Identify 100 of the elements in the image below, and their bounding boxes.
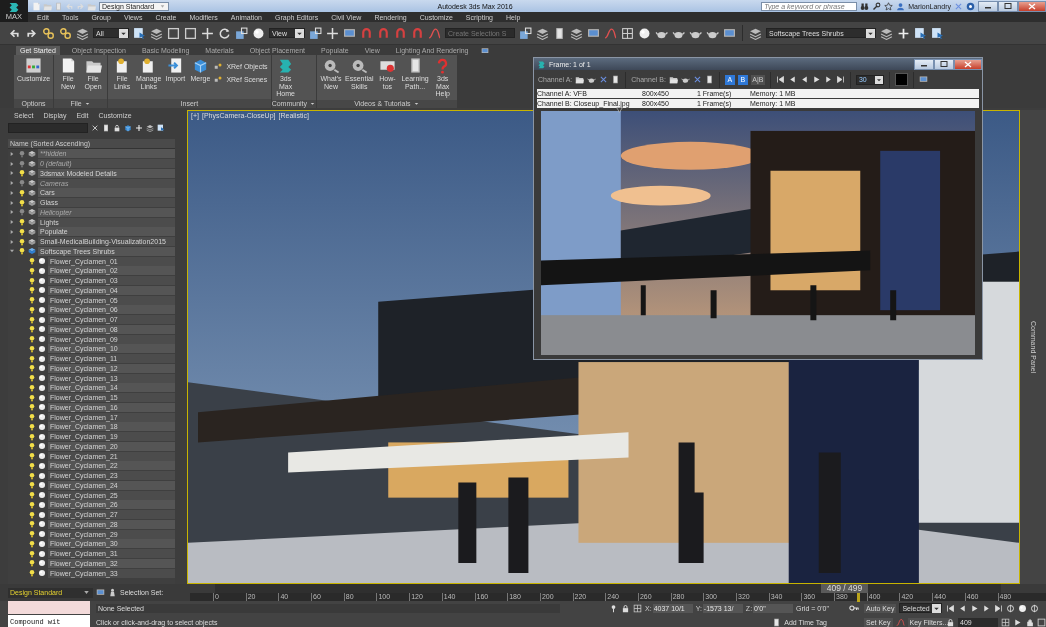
light-bulb-icon[interactable] — [28, 344, 36, 353]
scale-icon[interactable] — [235, 26, 248, 40]
light-bulb-icon[interactable] — [18, 188, 26, 197]
light-bulb-icon[interactable] — [18, 237, 26, 246]
layer-icon[interactable] — [28, 218, 36, 227]
minimize-button[interactable] — [978, 0, 998, 12]
move-icon[interactable] — [326, 26, 339, 40]
open-icon[interactable] — [575, 75, 585, 84]
grid-icon[interactable] — [633, 603, 642, 613]
frame-icon[interactable] — [723, 26, 736, 40]
light-bulb-icon[interactable] — [28, 471, 36, 480]
light-bulb-icon[interactable] — [28, 559, 36, 568]
light-bulb-icon[interactable] — [18, 247, 26, 256]
light-bulb-icon[interactable] — [28, 500, 36, 509]
light-bulb-icon[interactable] — [28, 364, 36, 373]
select-by-name-icon[interactable] — [150, 26, 163, 40]
search-field[interactable] — [8, 122, 88, 133]
caret-icon[interactable] — [412, 100, 420, 108]
first-frame-icon[interactable] — [775, 75, 785, 84]
last-frame-icon[interactable] — [994, 603, 1003, 613]
light-bulb-icon[interactable] — [28, 549, 36, 558]
next-frame-icon[interactable] — [823, 75, 833, 84]
maximize-viewport-icon[interactable] — [1037, 617, 1046, 627]
light-bulb-icon[interactable] — [28, 539, 36, 548]
play-icon[interactable] — [811, 75, 821, 84]
layer-icon[interactable] — [28, 247, 36, 256]
light-bulb-icon[interactable] — [28, 383, 36, 392]
light-bulb-icon[interactable] — [28, 374, 36, 383]
play-icon[interactable] — [1013, 617, 1022, 627]
maxscript-field[interactable] — [8, 601, 90, 614]
minimize-button[interactable] — [914, 58, 934, 70]
maximize-button[interactable] — [934, 58, 954, 70]
light-bulb-icon[interactable] — [28, 296, 36, 305]
layers-icon[interactable] — [570, 26, 583, 40]
layer-icon[interactable] — [28, 198, 36, 207]
light-bulb-icon[interactable] — [28, 325, 36, 334]
lock-icon[interactable] — [113, 123, 121, 132]
add-icon[interactable] — [897, 26, 910, 40]
time-slider-thumb[interactable]: 409 / 499 — [820, 584, 868, 593]
clear-icon[interactable] — [91, 123, 99, 132]
move-icon[interactable] — [201, 26, 214, 40]
light-bulb-icon[interactable] — [28, 393, 36, 402]
open-icon[interactable] — [668, 75, 678, 84]
layer-icon[interactable] — [124, 123, 132, 132]
select-object-icon[interactable] — [133, 26, 146, 40]
light-bulb-icon[interactable] — [28, 491, 36, 500]
layer-icon[interactable] — [28, 149, 36, 158]
layer-manager-icon[interactable] — [96, 588, 105, 597]
light-bulb-icon[interactable] — [28, 403, 36, 412]
select-icon[interactable] — [931, 26, 944, 40]
user-icon[interactable] — [896, 1, 906, 11]
light-bulb-icon[interactable] — [28, 422, 36, 431]
binoculars-icon[interactable] — [860, 1, 870, 11]
maximize-button[interactable] — [998, 0, 1018, 12]
person-icon[interactable] — [108, 588, 117, 597]
close-button[interactable] — [954, 58, 982, 70]
previous-frame-icon[interactable] — [958, 603, 967, 613]
help-icon[interactable] — [966, 1, 975, 11]
rotate-icon[interactable] — [218, 26, 231, 40]
play-back-icon[interactable] — [799, 75, 809, 84]
light-bulb-icon[interactable] — [28, 452, 36, 461]
layer-icon[interactable] — [28, 188, 36, 197]
add-icon[interactable] — [135, 123, 143, 132]
layer-icon[interactable] — [28, 237, 36, 246]
layers-icon[interactable] — [146, 123, 154, 132]
light-bulb-icon[interactable] — [28, 335, 36, 344]
pin-icon[interactable] — [609, 603, 618, 613]
sphere-icon[interactable] — [252, 26, 265, 40]
light-bulb-icon[interactable] — [28, 305, 36, 314]
wrench-icon[interactable] — [872, 1, 882, 11]
background-color-swatch[interactable] — [894, 73, 908, 86]
light-bulb-icon[interactable] — [28, 354, 36, 363]
light-bulb-icon[interactable] — [28, 266, 36, 275]
last-frame-icon[interactable] — [835, 75, 845, 84]
light-bulb-icon[interactable] — [28, 510, 36, 519]
layers-icon[interactable] — [749, 26, 762, 40]
caret-icon[interactable] — [83, 100, 91, 107]
key-icon[interactable] — [847, 603, 861, 614]
light-bulb-icon[interactable] — [28, 286, 36, 295]
light-bulb-icon[interactable] — [28, 481, 36, 490]
light-bulb-icon[interactable] — [28, 257, 36, 266]
play-icon[interactable] — [970, 603, 979, 613]
star-icon[interactable] — [884, 1, 894, 11]
window-crossing-icon[interactable] — [184, 26, 197, 40]
light-bulb-icon[interactable] — [18, 218, 26, 227]
lock-icon[interactable] — [621, 603, 630, 613]
unlink-icon[interactable] — [59, 26, 72, 40]
new-layer-icon[interactable] — [880, 26, 893, 40]
previous-frame-icon[interactable] — [787, 75, 797, 84]
layer-icon[interactable] — [28, 169, 36, 178]
layer-icon[interactable] — [28, 179, 36, 188]
panel-toggle-icon[interactable] — [480, 47, 491, 55]
light-bulb-icon[interactable] — [18, 198, 26, 207]
rectangle-selection-icon[interactable] — [167, 26, 180, 40]
layer-icon[interactable] — [28, 208, 36, 217]
time-slider[interactable]: 409 / 499 — [215, 584, 1001, 593]
layer-icon[interactable] — [28, 159, 36, 168]
next-frame-icon[interactable] — [982, 603, 991, 613]
light-bulb-icon[interactable] — [28, 530, 36, 539]
light-bulb-icon[interactable] — [28, 442, 36, 451]
